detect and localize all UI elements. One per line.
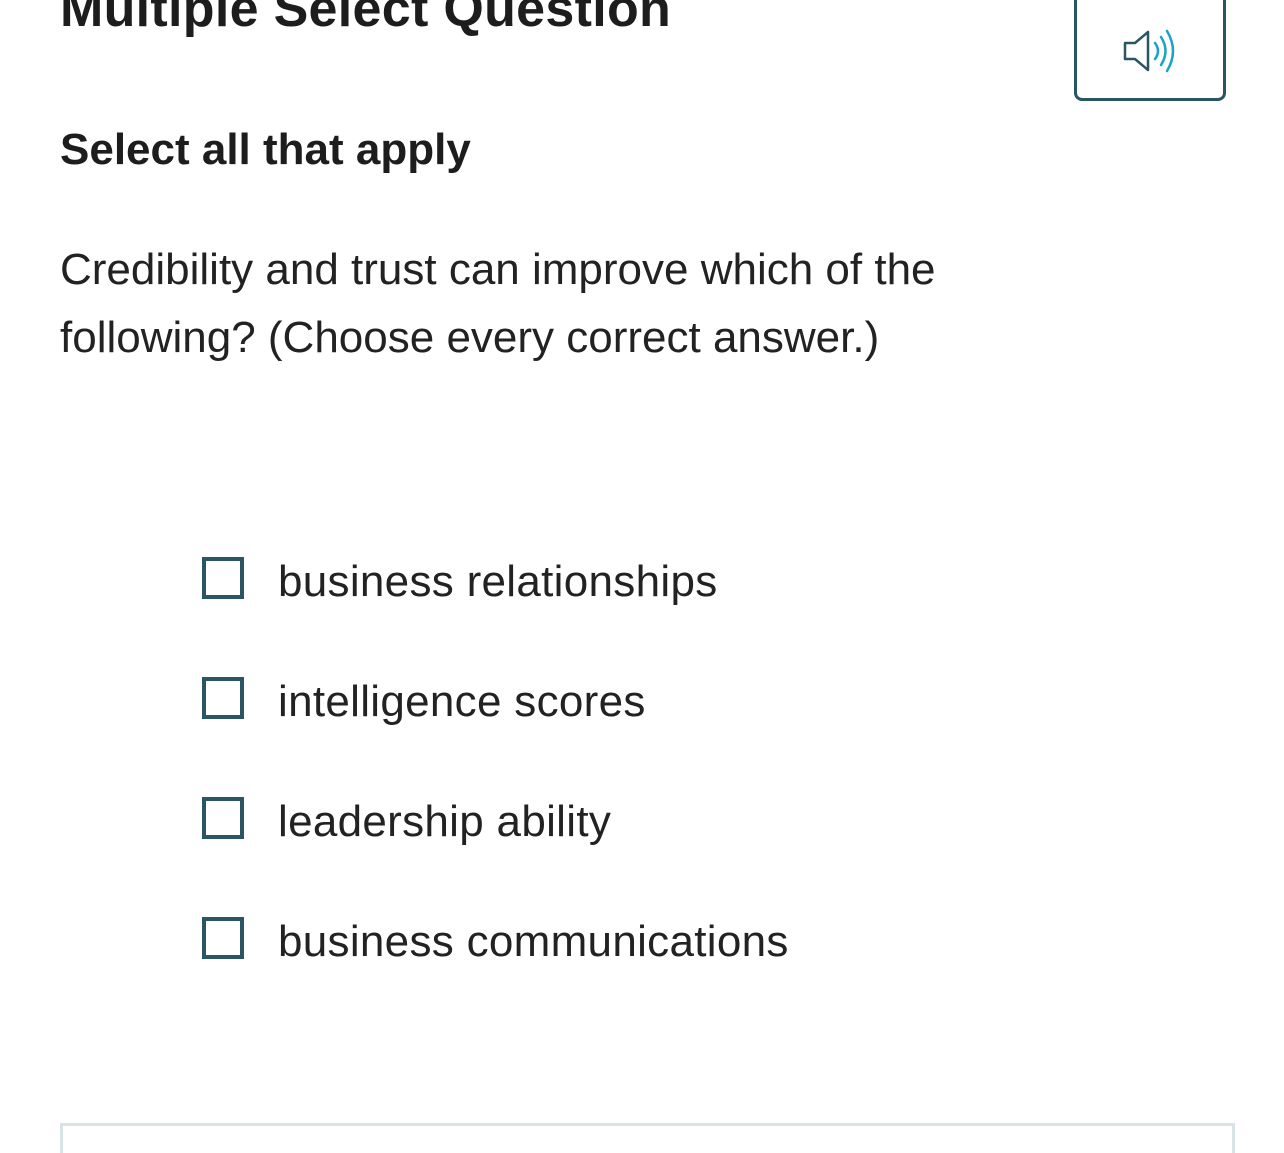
answer-options: business relationships intelligence scor…	[202, 552, 789, 1032]
question-prompt: Credibility and trust can improve which …	[60, 245, 936, 362]
speaker-icon	[1123, 29, 1175, 72]
answer-option[interactable]: leadership ability	[202, 792, 789, 852]
answer-option[interactable]: business relationships	[202, 552, 789, 612]
bottom-panel	[60, 1123, 1235, 1153]
answer-option[interactable]: business communications	[202, 912, 789, 972]
checkbox[interactable]	[202, 557, 244, 599]
checkbox[interactable]	[202, 677, 244, 719]
answer-option[interactable]: intelligence scores	[202, 672, 789, 732]
answer-option-label: business communications	[278, 917, 789, 966]
checkbox[interactable]	[202, 917, 244, 959]
read-aloud-button[interactable]	[1074, 0, 1226, 101]
instruction-heading: Select all that apply	[60, 125, 471, 174]
checkbox[interactable]	[202, 797, 244, 839]
answer-option-label: leadership ability	[278, 797, 612, 846]
answer-option-label: business relationships	[278, 557, 718, 606]
question-type-title: Multiple Select Question	[60, 0, 672, 38]
answer-option-label: intelligence scores	[278, 677, 646, 726]
